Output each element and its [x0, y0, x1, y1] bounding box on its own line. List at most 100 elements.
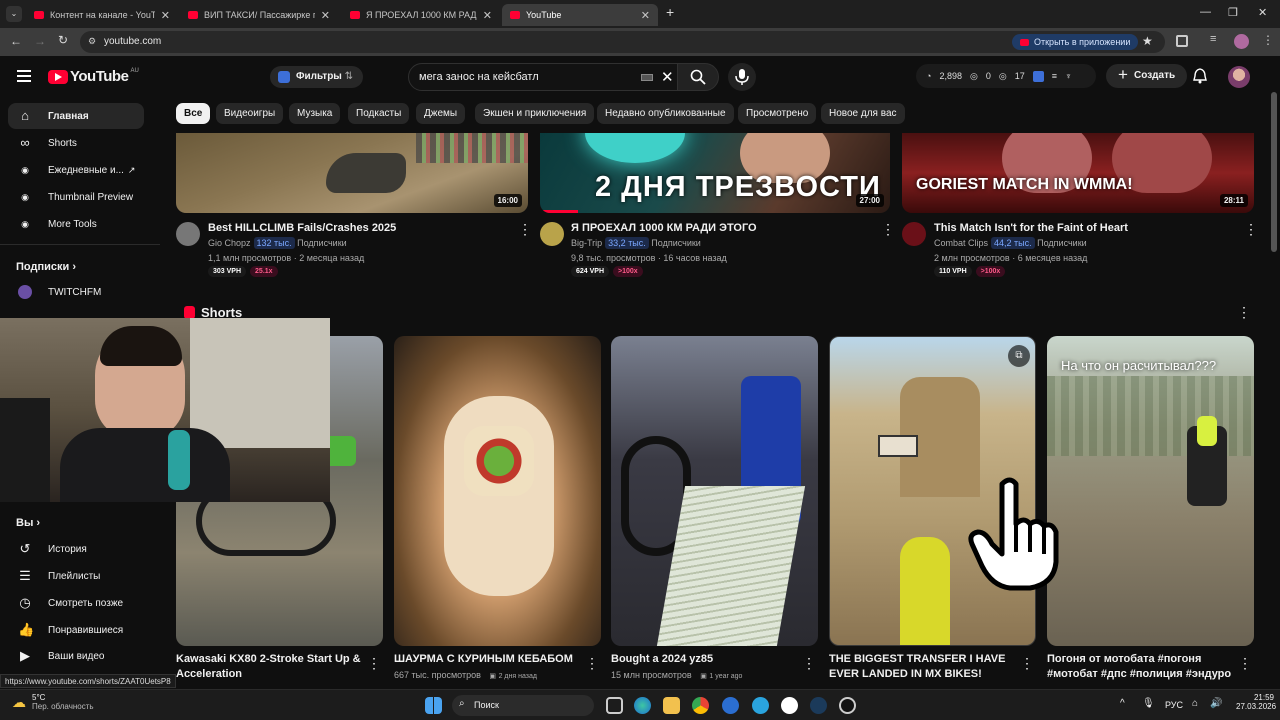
more-options-icon[interactable]: ⋮ [1238, 656, 1252, 670]
clear-search-icon[interactable]: ✕ [661, 68, 674, 86]
sidebar-item-more-tools[interactable]: ◉ More Tools [8, 211, 144, 237]
sidebar-sub-twitchfm[interactable]: TWITCHFM [8, 279, 144, 305]
extensions-icon[interactable] [1176, 35, 1188, 47]
more-options-icon[interactable]: ⋮ [585, 656, 599, 670]
tab-youtube[interactable]: YouTube ✕ [502, 4, 658, 26]
chip-videogames[interactable]: Видеоигры [216, 103, 284, 124]
more-options-icon[interactable]: ⋮ [881, 222, 895, 236]
tab-1000km[interactable]: Я ПРОЕХАЛ 1000 КМ РАДИ ЭТ...✕ [342, 4, 500, 26]
reload-icon[interactable]: ↻ [58, 33, 68, 47]
weather-widget[interactable]: ☁ 5°C Пер. облачность [12, 693, 94, 711]
language-indicator[interactable]: РУС [1165, 700, 1183, 710]
microphone-tray-icon[interactable]: 🎙 [1142, 698, 1155, 709]
short-thumbnail[interactable]: На что он расчитывал??? [1047, 336, 1254, 646]
telegram-icon[interactable] [752, 697, 769, 714]
voice-search-button[interactable] [728, 63, 756, 91]
chip-podcasts[interactable]: Подкасты [348, 103, 410, 124]
sidebar-item-liked[interactable]: 👍 Понравившиеся [8, 617, 144, 643]
account-avatar[interactable] [1228, 66, 1250, 88]
sidebar-item-home[interactable]: ⌂ Главная [8, 103, 144, 129]
shorts-more-options-icon[interactable]: ⋮ [1237, 305, 1251, 319]
forward-icon[interactable]: → [34, 34, 46, 48]
tray-chevron-icon[interactable]: ^ [1120, 698, 1125, 709]
chrome-icon[interactable] [692, 697, 709, 714]
close-window-button[interactable]: ✕ [1258, 6, 1267, 19]
media-icon[interactable]: ≡ [1210, 33, 1216, 45]
short-title[interactable]: ШАУРМА С КУРИНЫМ КЕБАБОМ [394, 652, 579, 667]
maximize-button[interactable]: ❐ [1228, 6, 1238, 19]
browser-menu-icon[interactable]: ⋮ [1262, 33, 1274, 47]
short-title[interactable]: Bought a 2024 yz85 [611, 652, 796, 667]
create-button[interactable]: Создать [1106, 64, 1188, 88]
video-thumbnail[interactable]: GORIEST MATCH IN WMMA! 28:11 [902, 133, 1254, 213]
notifications-bell-icon[interactable] [1193, 68, 1207, 84]
more-options-icon[interactable]: ⋮ [1020, 656, 1034, 670]
more-options-icon[interactable]: ⋮ [802, 656, 816, 670]
channel-avatar[interactable] [176, 222, 200, 246]
you-heading[interactable]: Вы › [16, 517, 40, 529]
back-icon[interactable]: ← [10, 34, 22, 48]
edge-icon[interactable] [634, 697, 651, 714]
video-title[interactable]: Я ПРОЕХАЛ 1000 КМ РАДИ ЭТОГО [571, 222, 757, 234]
search-input[interactable]: мега занос на кейсбатл ✕ [408, 63, 678, 91]
sidebar-item-thumbnail-preview[interactable]: ◉ Thumbnail Preview [8, 184, 144, 210]
close-tab-icon[interactable]: ✕ [161, 9, 170, 22]
hamburger-menu-icon[interactable] [17, 70, 31, 82]
channel-name[interactable]: Big-Trip 33,2 тыс. Подписчики [571, 237, 701, 249]
sidebar-item-shorts[interactable]: ∞ Shorts [8, 130, 144, 156]
more-options-icon[interactable]: ⋮ [367, 656, 381, 670]
video-thumbnail[interactable]: 16:00 [176, 133, 528, 213]
file-explorer-icon[interactable] [663, 697, 680, 714]
sidebar-item-daily[interactable]: ◉ Ежедневные и... ↗ [8, 157, 144, 183]
network-icon[interactable]: ⌂ [1192, 698, 1198, 709]
short-title[interactable]: Kawasaki KX80 2-Stroke Start Up & Accele… [176, 652, 361, 682]
filters-button[interactable]: Фильтры ⇅ [270, 66, 364, 88]
chip-new-for-you[interactable]: Новое для вас [821, 103, 905, 124]
short-thumbnail[interactable] [611, 336, 818, 646]
obs-icon[interactable] [839, 697, 856, 714]
short-thumbnail[interactable] [394, 336, 601, 646]
yandex-browser-icon[interactable] [781, 697, 798, 714]
bookmark-star-icon[interactable]: ★ [1142, 34, 1153, 48]
search-button[interactable] [677, 63, 719, 91]
video-title[interactable]: This Match Isn't for the Faint of Heart [934, 222, 1128, 234]
app-icon[interactable] [722, 697, 739, 714]
extension-stats-bar[interactable]: ◔ 2,898 ◎ 0 ◎ 17 ≡ ♆ [916, 64, 1096, 88]
chip-recently-uploaded[interactable]: Недавно опубликованные [597, 103, 734, 124]
sidebar-item-your-videos[interactable]: ▶ Ваши видео [8, 643, 144, 669]
page-scrollbar[interactable] [1271, 92, 1277, 252]
close-tab-icon[interactable]: ✕ [483, 9, 492, 22]
address-bar[interactable]: ⚙ youtube.com Открыть в приложении ★ [80, 31, 1165, 53]
close-tab-icon[interactable]: ✕ [321, 9, 330, 22]
steam-icon[interactable] [810, 697, 827, 714]
chip-all[interactable]: Все [176, 103, 211, 124]
more-options-icon[interactable]: ⋮ [518, 222, 532, 236]
volume-icon[interactable]: 🔊 [1210, 698, 1222, 709]
tab-vip-taxi[interactable]: ВИП ТАКСИ/ Пассажирке пон...✕ [180, 4, 338, 26]
sidebar-item-watch-later[interactable]: ◷ Смотреть позже [8, 590, 144, 616]
taskbar-search-box[interactable]: ⌕ Поиск [452, 695, 594, 716]
video-thumbnail[interactable]: 2 ДНЯ ТРЕЗВОСТИ 27:00 [540, 133, 890, 213]
channel-avatar[interactable] [902, 222, 926, 246]
keyboard-icon[interactable] [641, 74, 653, 81]
pip-button-icon[interactable]: ⧉ [1008, 345, 1030, 367]
profile-avatar[interactable] [1234, 34, 1249, 49]
minimize-button[interactable]: — [1200, 6, 1211, 18]
short-title[interactable]: THE BIGGEST TRANSFER I HAVE EVER LANDED … [829, 652, 1014, 682]
tab-search-icon[interactable]: ⌄ [6, 6, 22, 22]
clock[interactable]: 21:59 27.03.2026 [1236, 693, 1276, 711]
chip-music[interactable]: Музыка [289, 103, 341, 124]
close-tab-icon[interactable]: ✕ [641, 9, 650, 22]
new-tab-button[interactable]: + [666, 4, 674, 20]
more-options-icon[interactable]: ⋮ [1244, 222, 1258, 236]
site-info-icon[interactable]: ⚙ [88, 36, 96, 47]
channel-name[interactable]: Gio Chopz 132 тыс. Подписчики [208, 237, 347, 249]
sidebar-item-history[interactable]: ↺ История [8, 536, 144, 562]
chip-action-adventure[interactable]: Экшен и приключения [475, 103, 595, 124]
windows-start-icon[interactable] [425, 697, 442, 714]
video-title[interactable]: Best HILLCLIMB Fails/Crashes 2025 [208, 222, 396, 234]
task-view-icon[interactable] [606, 697, 623, 714]
tab-studio[interactable]: Контент на канале - YouTube Studio✕ [26, 4, 178, 26]
channel-name[interactable]: Combat Clips 44,2 тыс. Подписчики [934, 237, 1087, 249]
youtube-logo[interactable]: YouTube AU [48, 68, 139, 85]
